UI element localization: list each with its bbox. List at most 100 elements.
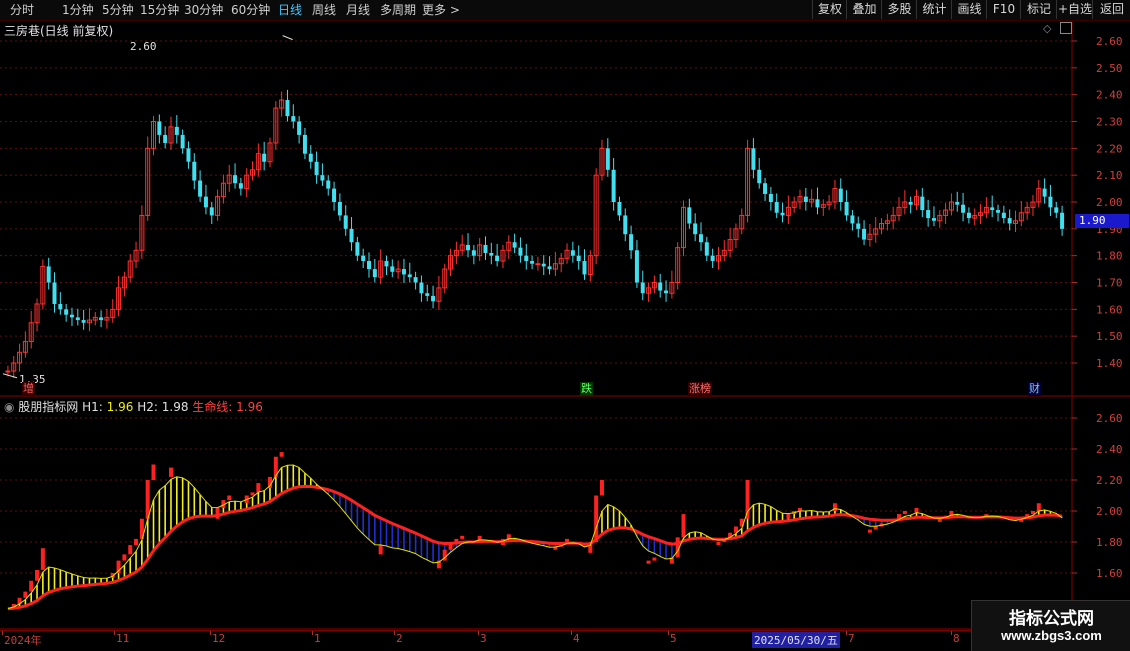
period-tab-7[interactable]: 周线 xyxy=(312,0,336,20)
marker-drop[interactable]: 跌 xyxy=(580,382,593,396)
ind-candle xyxy=(873,526,878,530)
candle-body xyxy=(535,263,541,266)
candle-body xyxy=(751,148,756,170)
ind-candle xyxy=(256,483,261,493)
y-tick-label: 2.60 xyxy=(1096,412,1123,425)
candle-body xyxy=(64,309,69,315)
candle-body xyxy=(308,153,313,162)
candle-body xyxy=(262,153,267,162)
candle-body xyxy=(163,134,168,143)
candle-body xyxy=(192,161,197,181)
toolbar-button-7[interactable]: +自选 xyxy=(1056,0,1093,19)
candle-body xyxy=(233,175,238,184)
candle-body xyxy=(407,274,412,278)
toolbar-button-8[interactable]: 返回 xyxy=(1092,0,1130,19)
marker-increase[interactable]: 增 xyxy=(22,382,35,396)
date-tick xyxy=(951,631,952,635)
period-tab-2[interactable]: 5分钟 xyxy=(102,0,134,20)
period-tab-1[interactable]: 1分钟 xyxy=(62,0,94,20)
candle-body xyxy=(961,204,966,213)
period-tab-0[interactable]: 分时 xyxy=(10,0,34,20)
h1-value: 1.96 xyxy=(106,400,134,414)
date-label: 1 xyxy=(314,632,321,645)
candle-body xyxy=(343,215,348,229)
date-tick xyxy=(846,631,847,635)
date-tick xyxy=(210,631,211,635)
y-tick-label: 2.40 xyxy=(1096,443,1123,456)
date-label: 5 xyxy=(670,632,677,645)
marker-rise-list[interactable]: 涨榜 xyxy=(688,382,712,396)
candle-body xyxy=(774,202,779,213)
candle-body xyxy=(52,282,57,304)
candle-body xyxy=(629,234,634,251)
candle-body xyxy=(471,250,476,256)
candle-body xyxy=(466,244,471,251)
price-chart[interactable]: 2.60 2.50 2.40 2.30 2.20 2.10 2.00 1.90 1.80 1.70… xyxy=(0,21,1130,397)
toolbar-button-6[interactable]: 标记 xyxy=(1020,0,1057,19)
low-arrow xyxy=(2,373,18,379)
y-tick-label: 1.70 xyxy=(1096,277,1123,290)
candle-body xyxy=(1001,212,1006,219)
candle-body xyxy=(157,121,162,135)
ind-candle xyxy=(652,557,657,561)
toolbar-button-1[interactable]: 叠加 xyxy=(846,0,882,19)
date-tick xyxy=(668,631,669,635)
ind-candle xyxy=(594,495,599,542)
toolbar-button-0[interactable]: 复权 xyxy=(812,0,847,19)
period-tab-10[interactable]: 更多 > xyxy=(422,0,460,20)
candle-body xyxy=(297,121,302,135)
candle-body xyxy=(69,314,74,318)
collapse-icon[interactable]: ◉ xyxy=(4,400,18,414)
candle-body xyxy=(1042,188,1047,197)
candle-body xyxy=(990,207,995,211)
candle-body xyxy=(238,183,243,189)
period-tab-4[interactable]: 30分钟 xyxy=(184,0,223,20)
candle-body xyxy=(757,169,762,184)
indicator-chart[interactable]: 2.60 2.40 2.20 2.00 1.80 1.60 xyxy=(0,398,1130,630)
candle-body xyxy=(372,269,377,278)
period-tab-6[interactable]: 日线 xyxy=(278,0,302,20)
period-tab-8[interactable]: 月线 xyxy=(346,0,370,20)
candle-body xyxy=(326,180,331,189)
period-tab-9[interactable]: 多周期 xyxy=(380,0,416,20)
candle-body xyxy=(367,261,372,270)
candle-body xyxy=(698,234,703,243)
date-label: 7 xyxy=(848,632,855,645)
marker-finance[interactable]: 财 xyxy=(1028,382,1041,396)
period-tab-5[interactable]: 60分钟 xyxy=(231,0,270,20)
date-tick xyxy=(571,631,572,635)
candle-body xyxy=(431,295,436,302)
candle-body xyxy=(605,148,610,170)
ind-candle xyxy=(867,529,872,533)
date-tick xyxy=(2,631,3,635)
candle-body xyxy=(5,370,11,373)
ind-candle xyxy=(168,467,173,477)
settings-icon[interactable]: ◇ xyxy=(1043,22,1051,35)
ind-candle xyxy=(914,507,919,513)
date-label: 8 xyxy=(953,632,960,645)
toolbar-button-4[interactable]: 画线 xyxy=(951,0,987,19)
indicator-name: 股朋指标网 xyxy=(18,400,79,414)
period-tab-3[interactable]: 15分钟 xyxy=(140,0,179,20)
h2-label: H2: xyxy=(137,400,158,414)
toolbar-button-5[interactable]: F10 xyxy=(986,0,1021,19)
candle-body xyxy=(384,261,389,267)
toolbar-button-3[interactable]: 统计 xyxy=(916,0,952,19)
candle-body xyxy=(46,266,51,283)
toolbar-button-2[interactable]: 多股 xyxy=(881,0,917,19)
candle-body xyxy=(209,207,214,216)
candle-body xyxy=(1060,212,1065,229)
candle-body xyxy=(547,266,552,270)
candle-body xyxy=(180,134,185,149)
candle-body xyxy=(518,247,523,256)
h1-label: H1: xyxy=(82,400,103,414)
candle-body xyxy=(955,202,960,205)
candle-body xyxy=(582,261,587,275)
y-tick-label: 2.20 xyxy=(1096,474,1123,487)
candle-body xyxy=(908,202,913,205)
candle-body xyxy=(815,199,820,208)
ind-candle xyxy=(227,495,232,501)
candle-body xyxy=(803,196,808,202)
main-panel-title: 三房巷(日线 前复权) xyxy=(4,24,114,38)
panel-toggle-icon[interactable] xyxy=(1060,22,1072,34)
